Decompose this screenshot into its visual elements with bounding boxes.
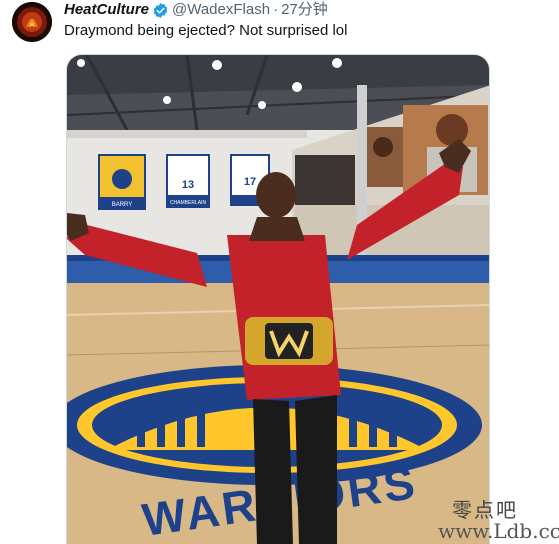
tweet-timestamp[interactable]: 27分钟 xyxy=(281,0,328,20)
banner-2: 13 CHAMBERLAIN xyxy=(166,154,210,208)
author-avatar[interactable] xyxy=(12,2,52,42)
author-name[interactable]: HeatCulture xyxy=(64,0,149,20)
tweet-media-photo[interactable]: BARRY 13 CHAMBERLAIN 17 xyxy=(66,54,490,544)
banner-2-name: CHAMBERLAIN xyxy=(170,200,207,206)
banner-1-name: BARRY xyxy=(112,202,133,208)
banner-1: BARRY xyxy=(98,154,146,210)
watermark-url: www.Ldb.cc xyxy=(438,519,559,543)
verified-badge-icon xyxy=(152,2,169,19)
banner-2-number: 13 xyxy=(182,179,194,191)
tweet-text: Draymond being ejected? Not surprised lo… xyxy=(64,22,348,39)
header-separator: · xyxy=(273,1,279,18)
banner-3-number: 17 xyxy=(244,176,256,188)
author-handle[interactable]: @WadexFlash xyxy=(172,0,270,20)
tweet-header: HeatCulture @WadexFlash · 27分钟 xyxy=(64,0,328,20)
